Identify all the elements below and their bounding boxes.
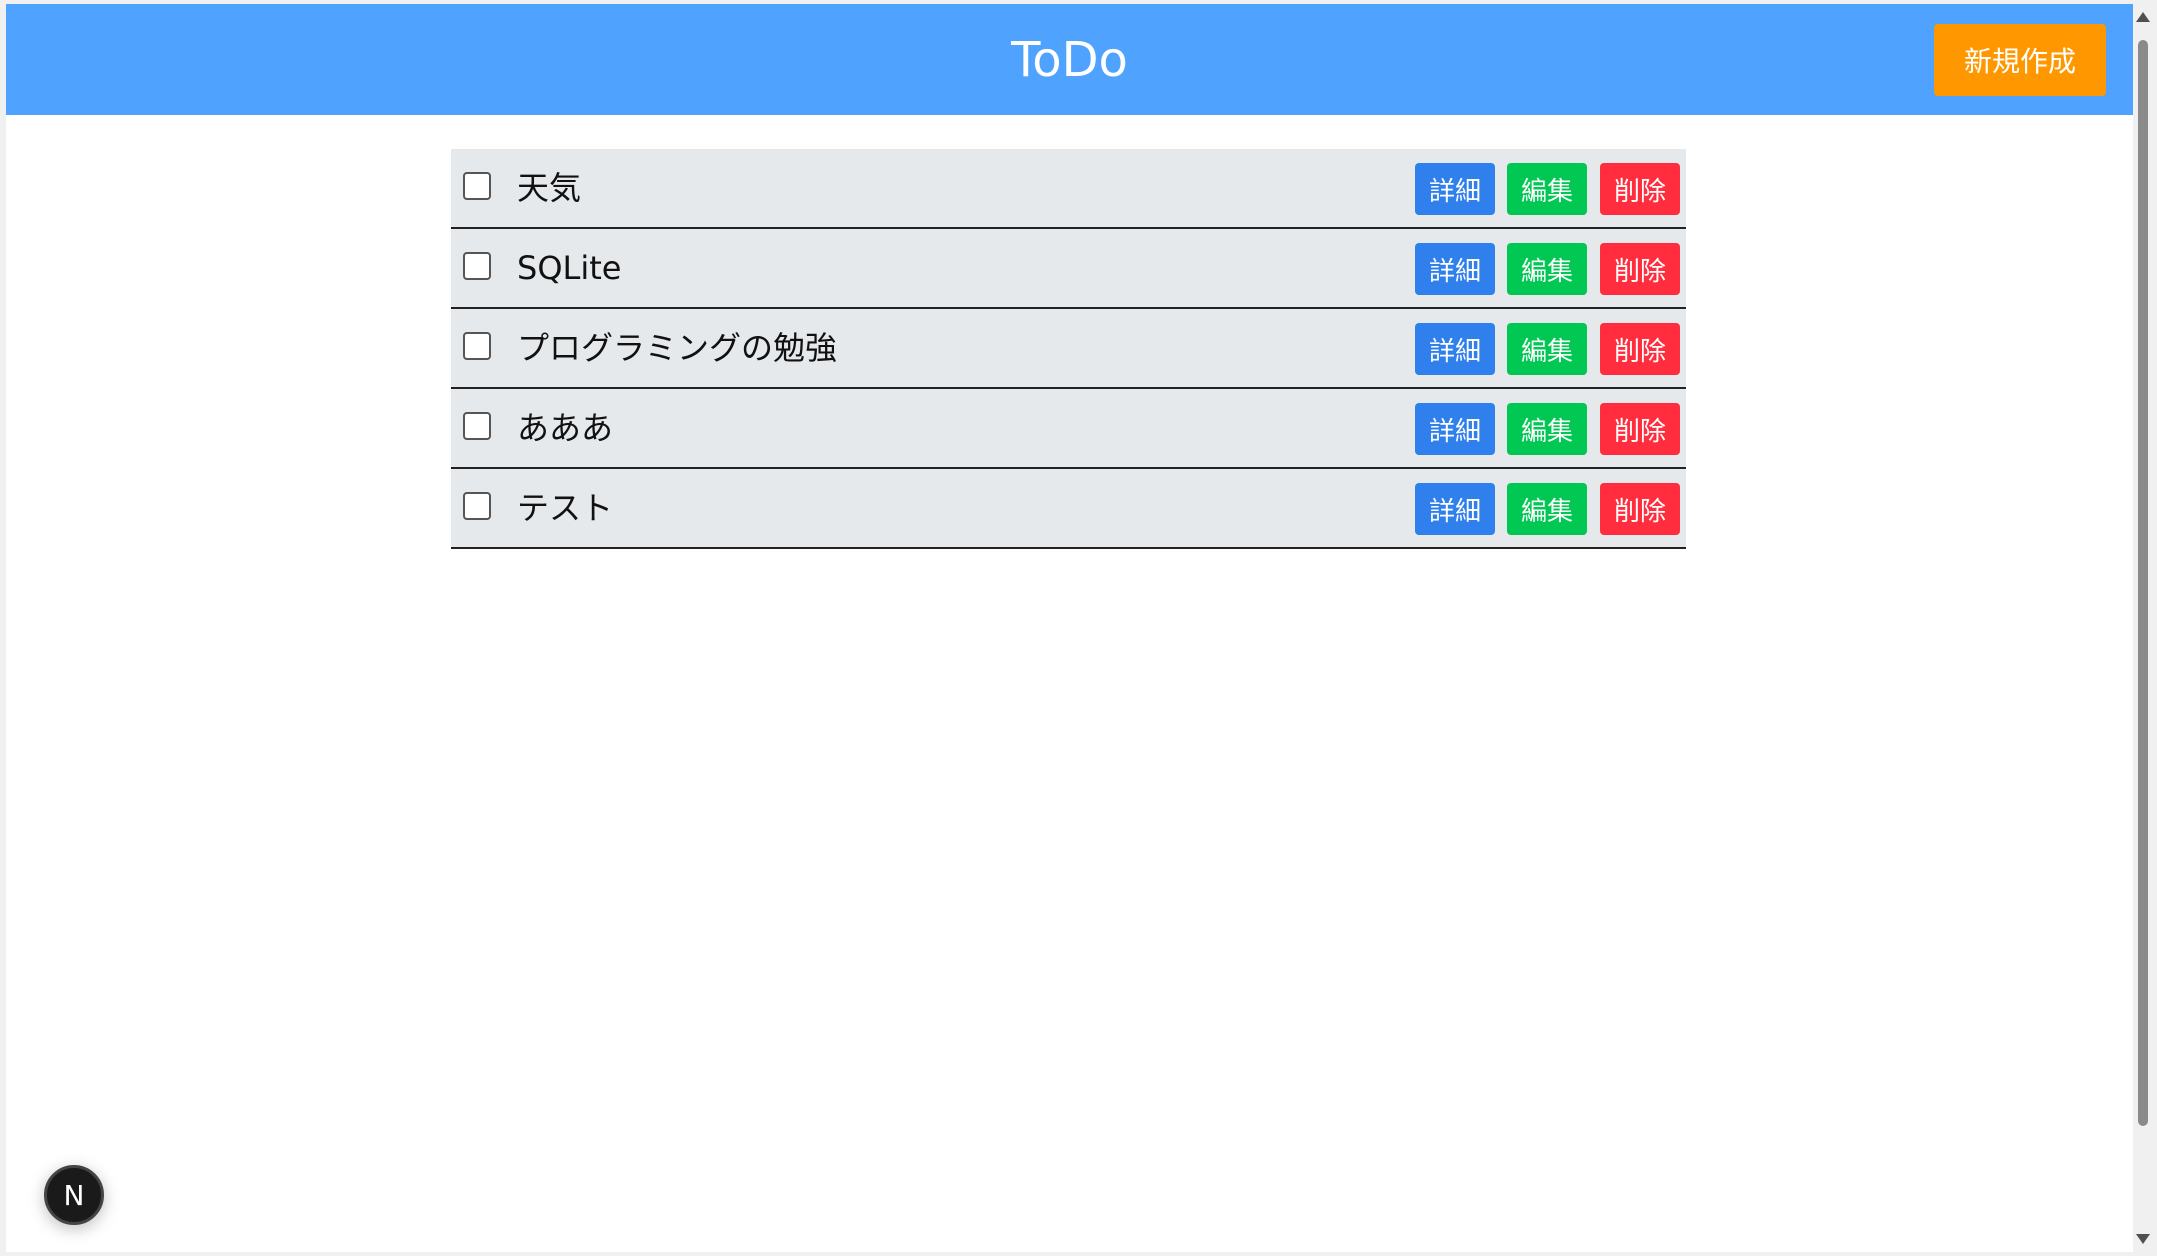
todo-title: テスト [517,489,614,527]
delete-button[interactable]: 削除 [1600,403,1680,455]
todo-title: SQLite [517,249,622,287]
delete-button[interactable]: 削除 [1600,483,1680,535]
detail-button[interactable]: 詳細 [1415,243,1495,295]
todo-item: 天気 詳細 編集 削除 [451,149,1686,229]
page-viewport: ToDo 新規作成 天気 詳細 編集 削除 SQLite 詳細 編集 削除 プログラミングの勉強… [6,4,2133,1252]
delete-button[interactable]: 削除 [1600,163,1680,215]
todo-item: プログラミングの勉強 詳細 編集 削除 [451,309,1686,389]
todo-checkbox[interactable] [463,492,491,520]
delete-button[interactable]: 削除 [1600,243,1680,295]
edit-button[interactable]: 編集 [1507,243,1587,295]
detail-button[interactable]: 詳細 [1415,483,1495,535]
scroll-up-arrow-icon[interactable] [2136,12,2150,22]
nextjs-icon: N [63,1178,85,1212]
app-header: ToDo 新規作成 [6,4,2133,115]
todo-checkbox[interactable] [463,332,491,360]
todo-checkbox[interactable] [463,412,491,440]
todo-list: 天気 詳細 編集 削除 SQLite 詳細 編集 削除 プログラミングの勉強 詳細 編集 削除 あああ詳… [451,149,1686,549]
new-todo-button[interactable]: 新規作成 [1934,24,2106,96]
detail-button[interactable]: 詳細 [1415,163,1495,215]
edit-button[interactable]: 編集 [1507,323,1587,375]
todo-item: SQLite 詳細 編集 削除 [451,229,1686,309]
edit-button[interactable]: 編集 [1507,163,1587,215]
todo-item: あああ 詳細 編集 削除 [451,389,1686,469]
edit-button[interactable]: 編集 [1507,483,1587,535]
todo-checkbox[interactable] [463,172,491,200]
detail-button[interactable]: 詳細 [1415,323,1495,375]
browser-frame: ToDo 新規作成 天気 詳細 編集 削除 SQLite 詳細 編集 削除 プログラミングの勉強… [0,0,2157,1256]
todo-checkbox[interactable] [463,252,491,280]
delete-button[interactable]: 削除 [1600,323,1680,375]
todo-title: プログラミングの勉強 [517,329,838,367]
detail-button[interactable]: 詳細 [1415,403,1495,455]
scrollbar-thumb[interactable] [2138,40,2148,1126]
page-title: ToDo [1011,32,1128,88]
nextjs-dev-badge[interactable]: N [44,1165,104,1225]
todo-title: 天気 [517,169,582,207]
edit-button[interactable]: 編集 [1507,403,1587,455]
vertical-scrollbar[interactable] [2133,4,2153,1252]
scroll-down-arrow-icon[interactable] [2136,1234,2150,1244]
todo-title: あああ [517,409,614,447]
todo-item: テスト 詳細 編集 削除 [451,469,1686,549]
